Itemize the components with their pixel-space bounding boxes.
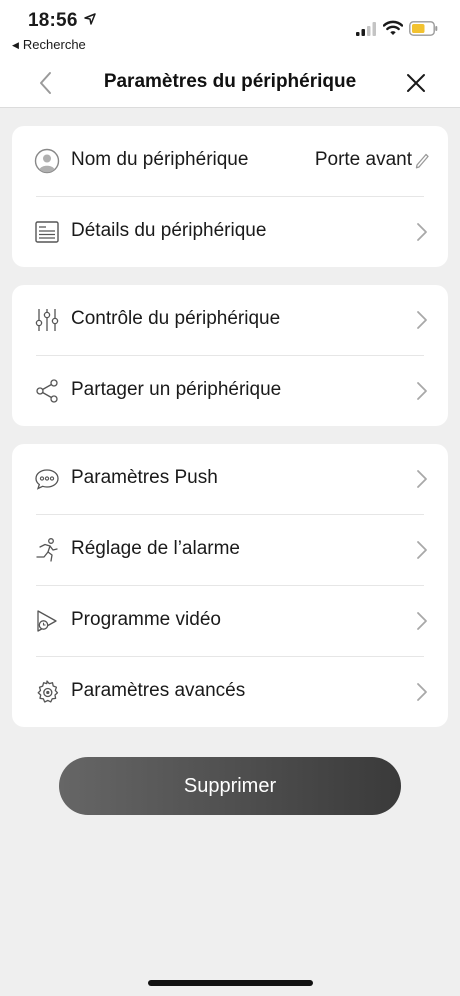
status-bar: 18:56 ◀ Recherche: [0, 0, 460, 58]
back-to-app-link[interactable]: ◀ Recherche: [12, 37, 86, 52]
row-label: Nom du périphérique: [71, 149, 249, 170]
row-device-details[interactable]: Détails du périphérique: [12, 197, 448, 268]
row-label: Contrôle du périphérique: [71, 308, 281, 329]
message-bubble-icon: [35, 469, 59, 490]
row-share-device[interactable]: Partager un périphérique: [12, 356, 448, 427]
delete-button[interactable]: Supprimer: [59, 757, 401, 815]
battery-icon: [409, 21, 438, 36]
chevron-right-icon: [417, 311, 427, 329]
row-label: Partager un périphérique: [71, 379, 282, 400]
user-avatar-icon: [34, 148, 60, 174]
gear-icon: [37, 680, 59, 703]
row-device-name[interactable]: Nom du périphérique Porte avant: [12, 126, 448, 197]
document-icon: [35, 221, 59, 243]
device-name-value: Porte avant: [314, 149, 412, 170]
chevron-right-icon: [417, 612, 427, 630]
back-app-label: Recherche: [22, 37, 86, 52]
chevron-right-icon: [417, 470, 427, 488]
pencil-icon[interactable]: [415, 153, 429, 169]
chevron-right-icon: [417, 223, 427, 241]
chevron-right-icon: [417, 382, 427, 400]
settings-card-control: Contrôle du périphérique Partager un pér…: [12, 285, 448, 426]
row-device-control[interactable]: Contrôle du périphérique: [12, 285, 448, 356]
row-label: Réglage de l’alarme: [71, 538, 240, 559]
row-label: Paramètres Push: [71, 467, 218, 488]
row-video-schedule[interactable]: Programme vidéo: [12, 586, 448, 657]
share-icon: [36, 379, 58, 403]
close-icon[interactable]: [403, 70, 429, 96]
settings-card-notifications: Paramètres Push Réglage de l’alarme Prog…: [12, 444, 448, 727]
row-label: Paramètres avancés: [71, 680, 246, 701]
page-title: Paramètres du périphérique: [103, 71, 357, 92]
row-push-settings[interactable]: Paramètres Push: [12, 444, 448, 515]
status-time: 18:56: [28, 10, 78, 31]
chevron-right-icon: [417, 683, 427, 701]
running-person-icon: [36, 538, 58, 562]
video-schedule-icon: [37, 610, 57, 632]
signal-icon: [356, 22, 376, 36]
row-alarm-setting[interactable]: Réglage de l’alarme: [12, 515, 448, 586]
sliders-icon: [35, 309, 59, 331]
chevron-left-icon[interactable]: [34, 70, 58, 96]
row-advanced-settings[interactable]: Paramètres avancés: [12, 657, 448, 728]
navigation-bar: Paramètres du périphérique: [0, 58, 460, 108]
chevron-right-icon: [417, 541, 427, 559]
home-indicator[interactable]: [148, 980, 313, 986]
row-label: Programme vidéo: [71, 609, 221, 630]
wifi-icon: [383, 20, 403, 35]
row-label: Détails du périphérique: [71, 220, 267, 241]
back-triangle-icon: ◀: [12, 40, 19, 50]
location-arrow-icon: [84, 13, 96, 25]
settings-card-device-info: Nom du périphérique Porte avant Détails …: [12, 126, 448, 267]
